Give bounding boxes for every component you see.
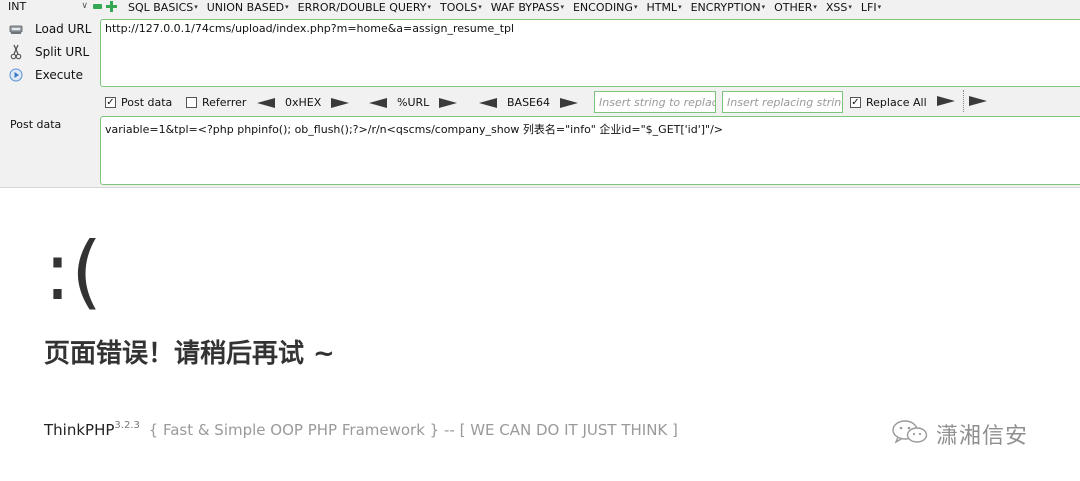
execute-label: Execute [35, 68, 83, 82]
load-url-icon [8, 21, 24, 37]
menu-encryption[interactable]: ENCRYPTION▾ [691, 0, 766, 15]
replace-all-checkbox[interactable]: ✓ Replace All [850, 96, 927, 109]
menu-lfi[interactable]: LFI▾ [861, 0, 881, 15]
options-row: ✓ Post data Referrer 0xHEX %URL BASE64 I… [100, 90, 1080, 114]
watermark-text: 潇湘信安 [936, 424, 1029, 449]
scissors-icon [8, 44, 24, 60]
menu-union-based[interactable]: UNION BASED▾ [207, 0, 289, 15]
replacing-string-input[interactable]: Insert replacing string [722, 91, 843, 113]
checkbox-unchecked-icon [186, 97, 197, 108]
replace-next-arrow-icon[interactable] [969, 96, 987, 106]
plus-icon[interactable] [106, 1, 117, 12]
menu-waf-bypass[interactable]: WAF BYPASS▾ [491, 0, 564, 15]
url-decode-arrow-icon[interactable] [369, 97, 387, 108]
load-url-label: Load URL [35, 22, 92, 36]
post-data-checkbox[interactable]: ✓ Post data [105, 96, 172, 109]
play-icon [8, 67, 24, 83]
framework-tagline: { Fast & Simple OOP PHP Framework } -- [… [143, 421, 678, 439]
error-message: 页面错误！请稍后再试 ~ [44, 339, 335, 369]
execute-button[interactable]: Execute [8, 65, 83, 85]
base64-encoder: BASE64 [479, 96, 579, 109]
base64-decode-arrow-icon[interactable] [479, 97, 497, 108]
replace-run-arrow-2 [969, 96, 987, 106]
hex-encoder: 0xHEX [257, 96, 350, 109]
wechat-icon [890, 419, 930, 449]
split-url-button[interactable]: Split URL [8, 42, 89, 62]
menu-encoding[interactable]: ENCODING▾ [573, 0, 638, 15]
referrer-checkbox-label: Referrer [202, 96, 247, 109]
checkbox-checked-icon: ✓ [105, 97, 116, 108]
hex-decode-arrow-icon[interactable] [257, 97, 275, 108]
post-data-checkbox-label: Post data [121, 96, 173, 109]
chevron-down-icon: ∨ [81, 1, 88, 11]
framework-footer: ThinkPHP3.2.3 { Fast & Simple OOP PHP Fr… [44, 415, 678, 441]
replace-run-arrow [937, 96, 955, 106]
menu-other[interactable]: OTHER▾ [774, 0, 817, 15]
framework-version: 3.2.3 [114, 420, 140, 431]
menu-tools[interactable]: TOOLS▾ [440, 0, 482, 15]
menu-html[interactable]: HTML▾ [646, 0, 681, 15]
referrer-checkbox[interactable]: Referrer [186, 96, 246, 109]
post-data-input[interactable]: variable=1&tpl=<?php phpinfo(); ob_flush… [100, 116, 1080, 185]
minus-icon[interactable] [93, 4, 102, 9]
post-data-value: variable=1&tpl=<?php phpinfo(); ob_flush… [105, 123, 724, 136]
menu-sql-basics[interactable]: SQL BASICS▾ [128, 0, 198, 15]
type-select-value: INT [8, 0, 27, 13]
url-encoding-label: %URL [397, 96, 430, 109]
divider [963, 90, 964, 112]
url-encoder: %URL [369, 96, 458, 109]
hackbar-panel: INT ∨ SQL BASICS▾ UNION BASED▾ ERROR/DOU… [0, 0, 1080, 188]
hex-encode-arrow-icon[interactable] [331, 97, 350, 108]
replacing-string-placeholder: Insert replacing string [727, 96, 843, 109]
base64-encode-arrow-icon[interactable] [560, 97, 579, 108]
post-data-label: Post data [10, 118, 62, 131]
url-input[interactable]: http://127.0.0.1/74cms/upload/index.php?… [100, 19, 1080, 87]
replace-arrow-icon[interactable] [937, 96, 955, 106]
menu-error-double-query[interactable]: ERROR/DOUBLE QUERY▾ [298, 0, 431, 15]
checkbox-checked-icon: ✓ [850, 97, 861, 108]
menu-items: SQL BASICS▾ UNION BASED▾ ERROR/DOUBLE QU… [128, 0, 890, 15]
replace-all-label: Replace All [866, 96, 927, 109]
load-url-button[interactable]: Load URL [8, 19, 91, 39]
hackbar-menubar: INT ∨ SQL BASICS▾ UNION BASED▾ ERROR/DOU… [0, 0, 1080, 14]
url-encode-arrow-icon[interactable] [439, 97, 458, 108]
base64-label: BASE64 [507, 96, 551, 109]
replace-string-input[interactable]: Insert string to replace [594, 91, 716, 113]
url-value: http://127.0.0.1/74cms/upload/index.php?… [105, 22, 515, 35]
split-url-label: Split URL [35, 45, 90, 59]
sad-face-emoticon: :( [44, 225, 103, 318]
menu-xss[interactable]: XSS▾ [826, 0, 852, 15]
type-select[interactable]: INT ∨ [8, 0, 88, 14]
hex-label: 0xHEX [285, 96, 322, 109]
framework-brand: ThinkPHP [44, 421, 115, 439]
watermark: 潇湘信安 [890, 418, 1028, 450]
replace-string-placeholder: Insert string to replace [599, 96, 716, 109]
